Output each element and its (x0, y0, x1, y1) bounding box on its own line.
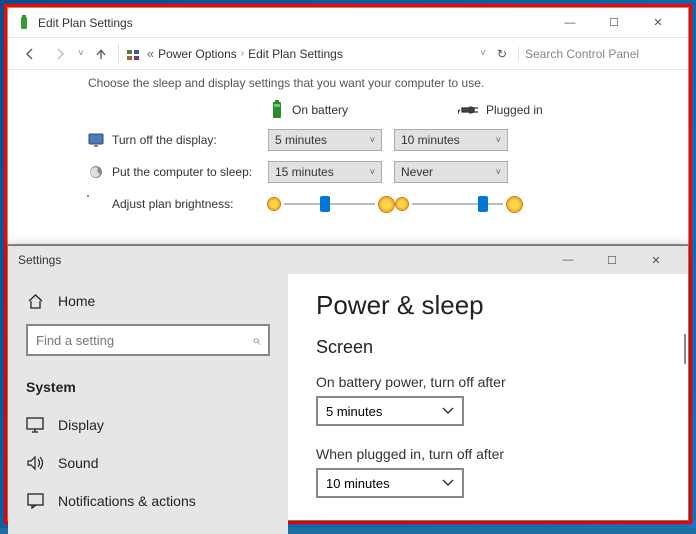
search-icon: ⌕ (252, 332, 260, 349)
sidebar-item-home[interactable]: Home (26, 282, 270, 320)
screen-battery-select[interactable]: 5 minutes (316, 396, 464, 426)
settings-content: Power & sleep Screen On battery power, t… (288, 274, 688, 534)
breadcrumb-icon (125, 46, 141, 62)
sidebar-item-sound[interactable]: Sound (26, 444, 270, 482)
maximize-button[interactable]: ☐ (590, 246, 634, 274)
cp-description: Choose the sleep and display settings th… (88, 76, 668, 90)
sound-icon (26, 454, 44, 472)
brightness-battery-slider[interactable] (284, 203, 375, 205)
label-plugged-turnoff: When plugged in, turn off after (316, 446, 660, 462)
brightness-plugged-slider[interactable] (412, 203, 503, 205)
breadcrumb[interactable]: « Power Options › Edit Plan Settings (147, 46, 343, 61)
page-title: Power & sleep (316, 290, 660, 321)
battery-icon (268, 99, 286, 121)
row-brightness: Adjust plan brightness: (88, 188, 668, 220)
sidebar-item-notifications[interactable]: Notifications & actions (26, 482, 270, 520)
refresh-button[interactable]: ↻ (492, 47, 512, 61)
sidebar-item-system[interactable]: System (26, 368, 270, 406)
settings-search-input[interactable]: Find a setting ⌕ (26, 324, 270, 356)
home-icon (26, 292, 44, 310)
breadcrumb-item[interactable]: Power Options (158, 47, 237, 61)
settings-titlebar: Settings — ☐ ✕ (8, 246, 688, 274)
close-button[interactable]: ✕ (636, 9, 680, 37)
label-battery-turnoff: On battery power, turn off after (316, 374, 660, 390)
column-header-battery: On battery (268, 99, 388, 121)
section-heading: Screen (316, 337, 660, 358)
sun-bright-icon (507, 197, 522, 212)
nav-up-button[interactable] (90, 43, 112, 65)
settings-title: Settings (18, 253, 61, 267)
close-button[interactable]: ✕ (634, 246, 678, 274)
settings-window: Settings — ☐ ✕ Home Find a setting ⌕ Sys… (7, 245, 689, 521)
minimize-button[interactable]: — (546, 246, 590, 274)
settings-sidebar: Home Find a setting ⌕ System Display Sou… (8, 274, 288, 534)
sun-dim-icon (268, 198, 280, 210)
sleep-icon (88, 164, 104, 180)
nav-forward-button[interactable] (48, 42, 72, 66)
cp-search-input[interactable]: Search Control Panel (518, 47, 678, 61)
sleep-plugged-select[interactable]: Never˅ (394, 161, 508, 183)
display-plugged-select[interactable]: 10 minutes˅ (394, 129, 508, 151)
maximize-button[interactable]: ☐ (592, 9, 636, 37)
column-header-plugged: Plugged in (458, 102, 578, 118)
chevron-down-icon (442, 479, 454, 487)
sleep-battery-select[interactable]: 15 minutes˅ (268, 161, 382, 183)
minimize-button[interactable]: — (548, 9, 592, 37)
screen-plugged-select[interactable]: 10 minutes (316, 468, 464, 498)
notifications-icon (26, 492, 44, 510)
sun-bright-icon (379, 197, 394, 212)
nav-back-button[interactable] (18, 42, 42, 66)
monitor-icon (88, 132, 104, 148)
chevron-down-icon[interactable]: ˅ (78, 48, 84, 59)
chevron-down-icon[interactable]: ˅ (480, 48, 486, 59)
scrollbar[interactable] (684, 334, 686, 364)
cp-title: Edit Plan Settings (38, 16, 133, 30)
cp-addressbar: ˅ « Power Options › Edit Plan Settings ˅… (8, 38, 688, 70)
control-panel-window: Edit Plan Settings — ☐ ✕ ˅ « Power Optio… (7, 7, 689, 245)
plug-icon (458, 102, 480, 118)
power-plan-icon (16, 15, 32, 31)
cp-titlebar: Edit Plan Settings — ☐ ✕ (8, 8, 688, 38)
breadcrumb-item[interactable]: Edit Plan Settings (248, 47, 343, 61)
display-battery-select[interactable]: 5 minutes˅ (268, 129, 382, 151)
row-sleep: Put the computer to sleep: 15 minutes˅ N… (88, 156, 668, 188)
row-display-off: Turn off the display: 5 minutes˅ 10 minu… (88, 124, 668, 156)
sun-dim-icon (396, 198, 408, 210)
sidebar-item-display[interactable]: Display (26, 406, 270, 444)
brightness-icon (88, 196, 104, 212)
display-icon (26, 416, 44, 434)
chevron-down-icon (442, 407, 454, 415)
